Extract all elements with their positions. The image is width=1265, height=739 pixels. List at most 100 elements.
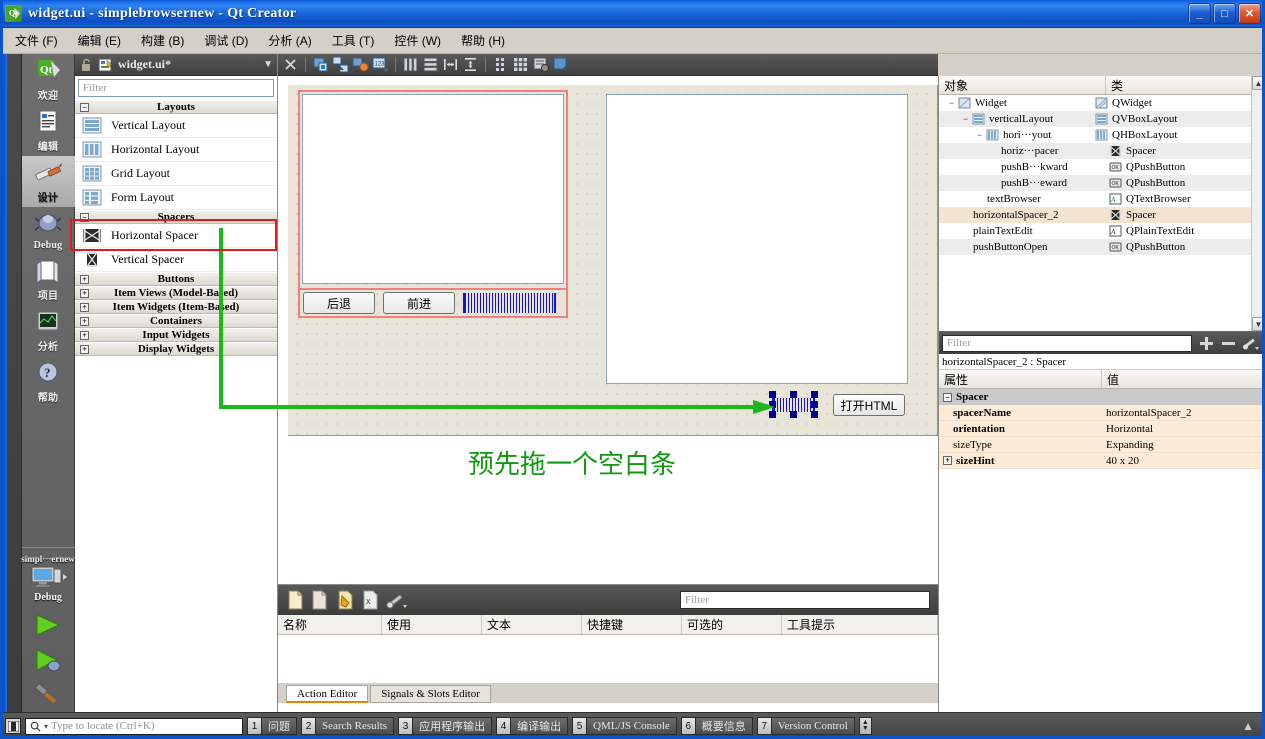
widget-category-containers[interactable]: + Containers <box>75 314 277 328</box>
expand-toggle[interactable]: + <box>80 344 89 354</box>
close-button[interactable]: ✕ <box>1238 3 1261 24</box>
adjust-size-icon[interactable] <box>552 56 569 73</box>
property-group-spacer[interactable]: − Spacer <box>939 389 1265 405</box>
expand-toggle[interactable]: + <box>80 288 89 298</box>
mode-analyze[interactable]: 分析 <box>22 305 75 356</box>
break-layout-icon[interactable] <box>532 56 549 73</box>
edit-action-icon[interactable] <box>336 590 355 610</box>
object-row-horizontalSpacer_2[interactable]: horizontalSpacer_2 Spacer <box>939 207 1265 223</box>
pushButtonOpen[interactable]: 打开HTML <box>833 394 905 416</box>
tree-toggle[interactable]: − <box>959 111 972 127</box>
configure-icon[interactable] <box>386 590 408 610</box>
expand-toggle[interactable]: + <box>80 302 89 312</box>
toggle-sidebar-icon[interactable] <box>5 718 21 734</box>
kit-selector[interactable]: simpl···ernew Debug <box>21 547 75 712</box>
object-row-textBrowser[interactable]: textBrowser A QTextBrowser <box>939 191 1265 207</box>
object-row-verticalLayout[interactable]: − verticalLayout QVBoxLayout <box>939 111 1265 127</box>
widget-item-form-layout[interactable]: Form Layout <box>75 186 277 210</box>
output-pane-version-control[interactable]: 7 Version Control <box>756 717 855 735</box>
selection-handle-bl[interactable] <box>769 411 776 418</box>
horizontalSpacer[interactable] <box>463 293 556 313</box>
action-editor-body[interactable] <box>278 635 938 683</box>
output-pane-qml-js-console[interactable]: 5 QML/JS Console <box>572 717 677 735</box>
property-row-orientation[interactable]: orientation Horizontal <box>939 421 1265 437</box>
layout-vertically-icon[interactable] <box>422 56 439 73</box>
tab-signals-slots-editor[interactable]: Signals & Slots Editor <box>370 685 491 703</box>
layout-splitter-h-icon[interactable] <box>442 56 459 73</box>
mode-edit[interactable]: 编辑 <box>22 105 75 156</box>
maximize-button[interactable]: □ <box>1213 3 1236 24</box>
mode-welcome[interactable]: Qt 欢迎 <box>22 54 75 105</box>
property-value[interactable]: Expanding <box>1102 439 1154 451</box>
widget-box-file-tab[interactable]: widget.ui* <box>118 57 171 72</box>
property-value[interactable]: horizontalSpacer_2 <box>1102 407 1192 419</box>
property-filter-input[interactable]: Filter <box>942 334 1192 352</box>
mode-design[interactable]: 设计 <box>21 156 75 207</box>
column-value[interactable]: 值 <box>1102 370 1265 388</box>
property-row-spacerName[interactable]: spacerName horizontalSpacer_2 <box>939 405 1265 421</box>
run-icon[interactable] <box>31 612 65 638</box>
edit-widgets-icon[interactable] <box>312 56 329 73</box>
edit-signals-slots-icon[interactable] <box>332 56 349 73</box>
object-row-horizontalSpacer[interactable]: horiz···pacer Spacer <box>939 143 1265 159</box>
layout-grid-icon[interactable] <box>512 56 529 73</box>
widget-category-input-widgets[interactable]: + Input Widgets <box>75 328 277 342</box>
widget-item-vertical-spacer[interactable]: Vertical Spacer <box>75 248 277 272</box>
property-value[interactable]: Horizontal <box>1102 423 1153 435</box>
layout-horizontally-icon[interactable] <box>402 56 419 73</box>
remove-property-icon[interactable] <box>1220 335 1236 351</box>
mode-help[interactable]: ? 帮助 <box>22 356 75 407</box>
menu-help[interactable]: 帮助 (H) <box>452 28 514 53</box>
widget-category-item-views[interactable]: + Item Views (Model-Based) <box>75 286 277 300</box>
column-class[interactable]: 类 <box>1106 76 1265 94</box>
widget-item-horizontal-layout[interactable]: Horizontal Layout <box>75 138 277 162</box>
edit-tab-order-icon[interactable]: 123 <box>372 56 389 73</box>
selection-handle-ml[interactable] <box>769 401 776 408</box>
object-row-widget[interactable]: − Widget QWidget <box>939 95 1265 111</box>
tab-action-editor[interactable]: Action Editor <box>286 685 369 703</box>
output-pane-search-results[interactable]: 2 Search Results <box>301 717 395 735</box>
collapse-arrow-icon[interactable]: ▲ <box>1242 719 1260 733</box>
column-checkable[interactable]: 可选的 <box>682 615 782 634</box>
tree-toggle[interactable]: − <box>973 127 986 143</box>
widget-box-filter-input[interactable]: Filter <box>78 79 274 97</box>
object-row-horizontalLayout[interactable]: − hori···yout QHBoxLayout <box>939 127 1265 143</box>
pushButtonBackward[interactable]: 后退 <box>303 292 375 314</box>
object-row-plainTextEdit[interactable]: plainTextEdit A QPlainTextEdit <box>939 223 1265 239</box>
column-object[interactable]: 对象 <box>939 76 1106 94</box>
layout-splitter-v-icon[interactable] <box>462 56 479 73</box>
expand-toggle[interactable]: + <box>80 330 89 340</box>
property-row-sizeHint[interactable]: + sizeHint 40 x 20 <box>939 453 1265 469</box>
menu-window[interactable]: 控件 (W) <box>385 28 450 53</box>
selection-handle-br[interactable] <box>811 411 818 418</box>
column-shortcut[interactable]: 快捷键 <box>582 615 682 634</box>
column-tooltip[interactable]: 工具提示 <box>782 615 938 634</box>
selection-handle-tl[interactable] <box>769 391 776 398</box>
menu-analyze[interactable]: 分析 (A) <box>259 28 320 53</box>
add-property-icon[interactable] <box>1198 335 1214 351</box>
design-form[interactable]: 后退 前进 打开HTML <box>288 85 938 436</box>
output-pane-compile-output[interactable]: 4 编译输出 <box>496 717 569 735</box>
edit-buddies-icon[interactable] <box>352 56 369 73</box>
property-value[interactable]: 40 x 20 <box>1102 455 1139 467</box>
copy-action-icon[interactable] <box>311 590 330 610</box>
menu-file[interactable]: 文件 (F) <box>6 28 67 53</box>
group-collapse-toggle[interactable]: − <box>943 392 952 402</box>
column-text[interactable]: 文本 <box>482 615 582 634</box>
menu-tools[interactable]: 工具 (T) <box>323 28 384 53</box>
expand-toggle[interactable]: + <box>80 316 89 326</box>
layout-form-icon[interactable] <box>492 56 509 73</box>
column-property[interactable]: 属性 <box>939 370 1102 388</box>
menu-debug[interactable]: 调试 (D) <box>195 28 257 53</box>
widget-item-grid-layout[interactable]: Grid Layout <box>75 162 277 186</box>
form-editor-canvas[interactable]: 后退 前进 打开HTML 预先拖一个空白条 <box>278 76 938 584</box>
object-row-pushButtonBackward[interactable]: pushB···kward OK QPushButton <box>939 159 1265 175</box>
property-row-sizeType[interactable]: sizeType Expanding <box>939 437 1265 453</box>
output-pane-issues[interactable]: 1 问题 <box>247 717 297 735</box>
output-pane-overview[interactable]: 6 概要信息 <box>680 717 753 735</box>
locator-input[interactable]: ▾ Type to locate (Ctrl+K) <box>25 717 243 735</box>
updown-arrows-icon[interactable]: ▲ ▼ <box>858 717 872 735</box>
horizontalSpacer_2[interactable] <box>772 398 815 412</box>
tree-toggle[interactable]: − <box>945 95 958 111</box>
selection-handle-bc[interactable] <box>790 411 797 418</box>
